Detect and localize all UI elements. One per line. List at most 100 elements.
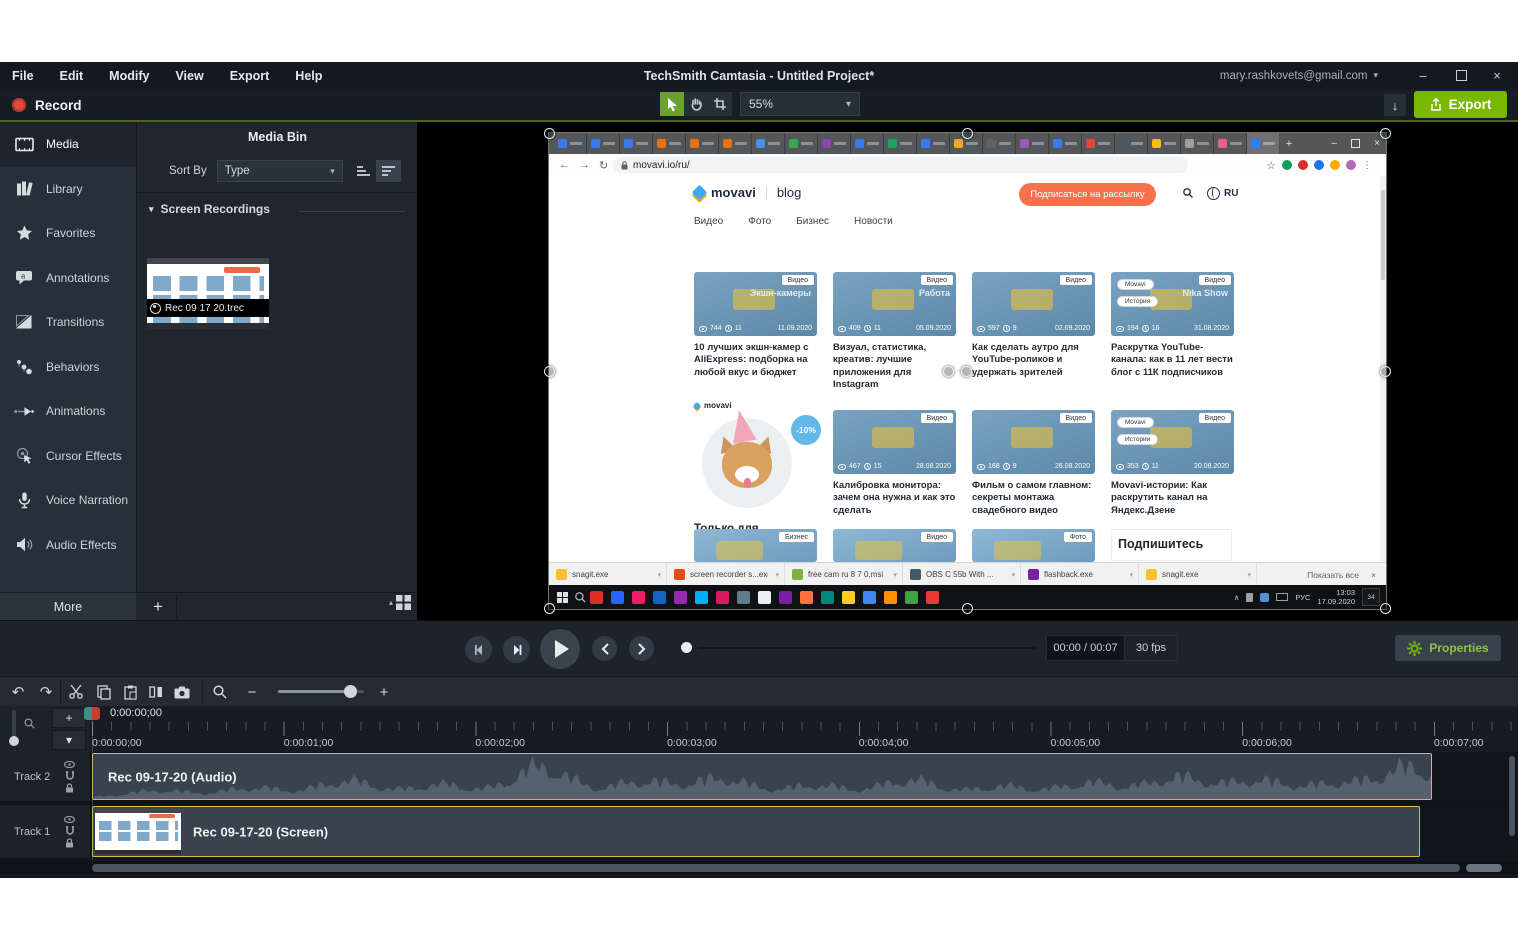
pan-tool-button[interactable] bbox=[684, 92, 708, 116]
current-time: 00:00 / 00:07 bbox=[1047, 642, 1124, 654]
minimize-button[interactable]: – bbox=[1406, 62, 1440, 89]
track-height-slider[interactable] bbox=[12, 710, 16, 744]
canvas-stage: + –× ← → ↻ movavi.io/ru/ bbox=[417, 122, 1518, 620]
track-height-knob[interactable] bbox=[9, 736, 19, 746]
forward-icon: → bbox=[579, 159, 590, 171]
camera-icon bbox=[174, 686, 190, 699]
magnet-icon[interactable] bbox=[65, 771, 75, 780]
timeline-horizontal-scrollbar[interactable] bbox=[0, 861, 1518, 874]
properties-button[interactable]: Properties bbox=[1395, 635, 1501, 661]
selection-handle-left[interactable] bbox=[544, 366, 555, 377]
audio-clip[interactable]: Rec 09-17-20 (Audio) bbox=[92, 753, 1432, 800]
favicon bbox=[723, 139, 732, 148]
selection-handle-bottom-center[interactable] bbox=[962, 603, 973, 614]
sidebar-item-transitions[interactable]: Transitions bbox=[0, 300, 136, 345]
zoom-in-button[interactable]: + bbox=[372, 681, 396, 703]
browser-restore-icon bbox=[1351, 139, 1360, 148]
sidebar-item-cursor-effects[interactable]: Cursor Effects bbox=[0, 434, 136, 479]
record-button[interactable]: Record bbox=[12, 93, 82, 117]
sidebar-item-animations[interactable]: Animations bbox=[0, 389, 136, 434]
refresh-icon: ↻ bbox=[599, 159, 608, 172]
scrollbar-end-cap[interactable] bbox=[1466, 864, 1502, 872]
previous-frame-button[interactable] bbox=[465, 636, 492, 663]
playhead-line[interactable] bbox=[92, 708, 93, 860]
chevron-right-icon bbox=[638, 643, 646, 655]
media-clip-thumbnail[interactable] bbox=[147, 258, 269, 329]
undo-button[interactable]: ↶ bbox=[6, 681, 30, 703]
selection-handle-bottom-left[interactable] bbox=[544, 603, 555, 614]
collapse-canvas-button[interactable]: ↓ bbox=[1384, 94, 1406, 116]
selection-handle-top-left[interactable] bbox=[544, 128, 555, 139]
timeline-zoom-slider[interactable] bbox=[278, 690, 364, 693]
canvas-zoom-select[interactable]: 55% ▾ bbox=[740, 92, 860, 116]
browser-window-controls: –× bbox=[1332, 133, 1380, 154]
view-mode-button[interactable]: ▴ bbox=[389, 595, 411, 610]
previous-frame-icon bbox=[473, 644, 485, 656]
group-header-screen-recordings[interactable]: ▾ Screen Recordings bbox=[149, 202, 270, 216]
timeline-zoom-icon bbox=[208, 681, 232, 703]
camtasia-window: FileEditModifyViewExportHelp TechSmith C… bbox=[0, 0, 1518, 938]
add-track-button[interactable]: + bbox=[52, 708, 86, 728]
add-media-button[interactable]: + bbox=[140, 595, 177, 619]
ruler-time-label: 0:00:01;00 bbox=[284, 737, 334, 749]
magnifier-icon bbox=[213, 685, 227, 699]
scrubber-handle[interactable] bbox=[681, 642, 692, 653]
sidebar-item-audio-effects[interactable]: Audio Effects bbox=[0, 523, 136, 568]
selection-rotation-handle[interactable] bbox=[961, 366, 972, 377]
screenshot-button[interactable] bbox=[170, 681, 194, 703]
selection-handle-bottom-right[interactable] bbox=[1380, 603, 1391, 614]
selection-handle-top-right[interactable] bbox=[1380, 128, 1391, 139]
timeline-vertical-scrollbar[interactable] bbox=[1509, 756, 1515, 836]
zoom-out-button[interactable]: − bbox=[240, 681, 264, 703]
media-clip-name[interactable]: Rec 09 17 20.trec bbox=[147, 299, 269, 317]
image-bubble: Movavi bbox=[1117, 417, 1154, 428]
playhead-out-marker bbox=[92, 707, 100, 720]
split-button[interactable] bbox=[144, 681, 168, 703]
sort-type-dropdown[interactable]: Type ▾ bbox=[217, 160, 343, 182]
play-button[interactable] bbox=[540, 629, 580, 669]
cut-button[interactable] bbox=[64, 681, 88, 703]
account-menu[interactable]: mary.rashkovets@gmail.com ▾ bbox=[1220, 62, 1378, 89]
close-button[interactable]: × bbox=[1480, 62, 1514, 89]
lock-icon[interactable] bbox=[65, 838, 74, 848]
copy-button[interactable] bbox=[92, 681, 116, 703]
article-title: Раскрутка YouTube-канала: как в 11 лет в… bbox=[1111, 342, 1234, 379]
eye-icon[interactable] bbox=[64, 816, 75, 823]
sidebar-item-voice-narration[interactable]: Voice Narration bbox=[0, 478, 136, 523]
clip-filename: Rec 09 17 20.trec bbox=[165, 303, 244, 314]
eye-icon[interactable] bbox=[64, 761, 75, 768]
views-icon bbox=[838, 464, 846, 470]
sidebar-item-media[interactable]: Media bbox=[0, 122, 136, 167]
selection-handle-center[interactable] bbox=[943, 366, 954, 377]
sort-descending-button[interactable] bbox=[376, 160, 401, 182]
restore-button[interactable] bbox=[1444, 62, 1478, 89]
category-badge: Видео bbox=[1060, 413, 1092, 423]
timeline-ruler[interactable]: 0:00:00;000:00:01;000:00:02;000:00:03;00… bbox=[90, 706, 1518, 752]
select-tool-button[interactable] bbox=[660, 92, 684, 116]
scrollbar-thumb[interactable] bbox=[92, 864, 1460, 872]
selection-handle-top-center[interactable] bbox=[962, 128, 973, 139]
sidebar-more-button[interactable]: More bbox=[0, 592, 136, 621]
sidebar-item-annotations[interactable]: a Annotations bbox=[0, 256, 136, 301]
screen-clip[interactable]: Rec 09-17-20 (Screen) bbox=[92, 806, 1420, 857]
track-options-button[interactable]: ▾ bbox=[52, 730, 86, 750]
jump-forward-button[interactable] bbox=[629, 636, 654, 661]
sidebar-item-favorites[interactable]: Favorites bbox=[0, 211, 136, 256]
jump-back-button[interactable] bbox=[592, 636, 617, 661]
zoom-slider-knob[interactable] bbox=[344, 685, 357, 698]
language-code: RU bbox=[1224, 188, 1238, 199]
sort-ascending-button[interactable] bbox=[351, 160, 376, 182]
magnet-icon[interactable] bbox=[65, 826, 75, 835]
sidebar-item-behaviors[interactable]: Behaviors bbox=[0, 345, 136, 390]
export-button[interactable]: Export bbox=[1414, 91, 1507, 118]
sidebar-item-library[interactable]: Library bbox=[0, 167, 136, 212]
scrubber-track[interactable] bbox=[698, 647, 1036, 649]
selection-handle-right[interactable] bbox=[1380, 366, 1391, 377]
paste-button[interactable] bbox=[118, 681, 142, 703]
playhead-handle[interactable] bbox=[84, 707, 100, 720]
crop-tool-button[interactable] bbox=[708, 92, 732, 116]
books-icon bbox=[14, 181, 34, 196]
redo-button[interactable]: ↷ bbox=[34, 681, 58, 703]
step-forward-button[interactable] bbox=[503, 636, 530, 663]
lock-icon[interactable] bbox=[65, 783, 74, 793]
